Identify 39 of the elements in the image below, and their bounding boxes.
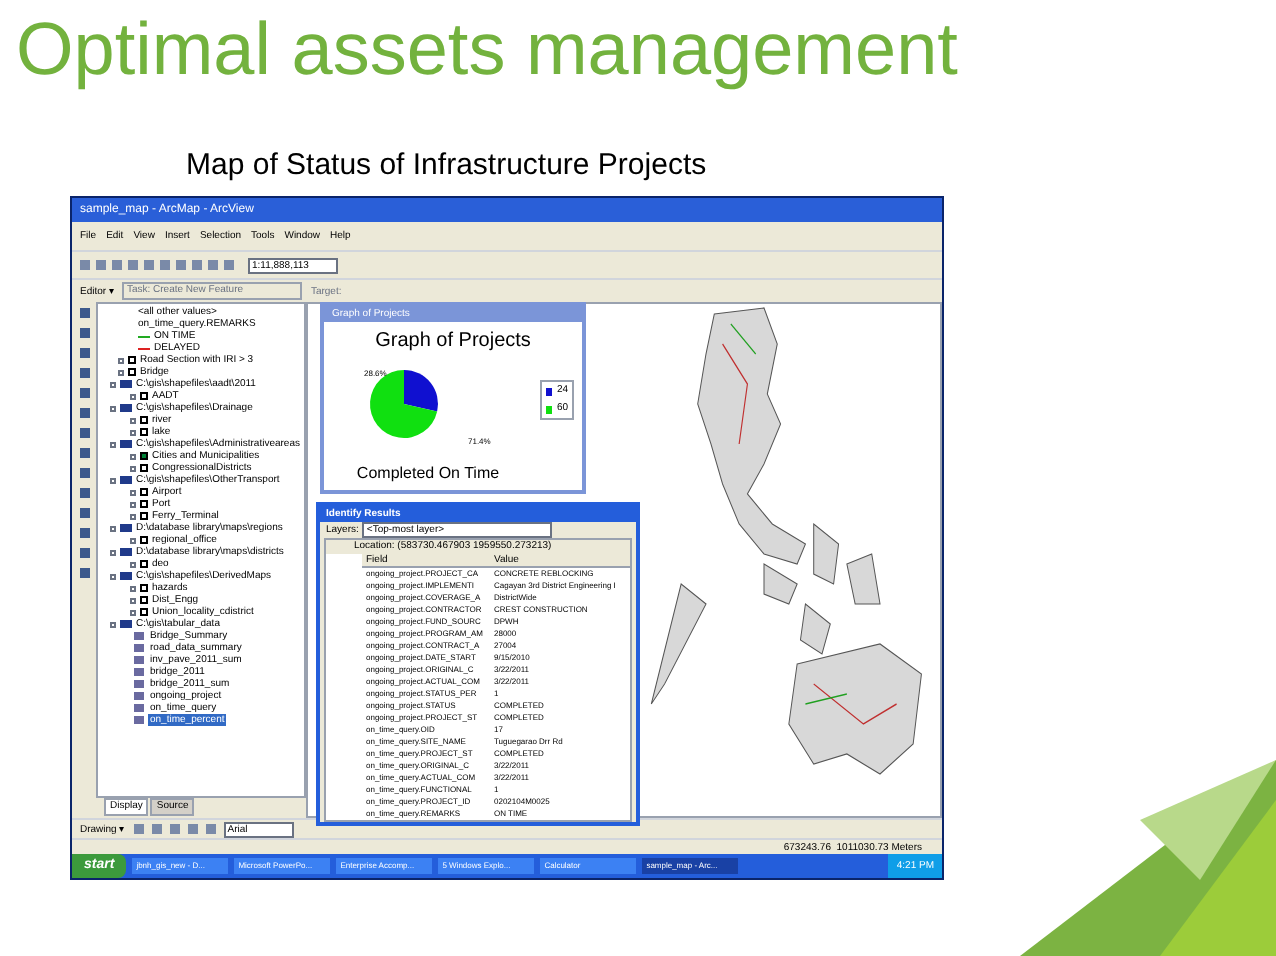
folder-icon (120, 380, 132, 388)
expand-icon[interactable] (110, 405, 116, 411)
layer-checkbox[interactable] (140, 392, 148, 400)
legend-swatch (546, 387, 553, 395)
layer-checkbox[interactable] (128, 368, 136, 376)
expand-icon[interactable] (110, 549, 116, 555)
layer-checkbox[interactable] (140, 428, 148, 436)
expand-icon[interactable] (130, 393, 136, 399)
layer-checkbox[interactable] (140, 500, 148, 508)
folder-icon (120, 440, 132, 448)
layer-checkbox[interactable] (140, 608, 148, 616)
legend-swatch (546, 405, 553, 413)
expand-icon[interactable] (130, 561, 136, 567)
folder-icon (120, 572, 132, 580)
layer-checkbox[interactable] (140, 416, 148, 424)
layer-checkbox[interactable] (140, 488, 148, 496)
expand-icon[interactable] (110, 525, 116, 531)
layer-checkbox[interactable] (140, 512, 148, 520)
layer-checkbox[interactable] (140, 596, 148, 604)
layer-checkbox[interactable] (140, 536, 148, 544)
layer-checkbox[interactable] (128, 356, 136, 364)
layer-checkbox[interactable] (140, 584, 148, 592)
folder-icon (120, 620, 132, 628)
chart-title: Graph of Projects (375, 330, 531, 354)
folder-icon (120, 476, 132, 484)
slide-title: Optimal assets management (16, 8, 960, 92)
expand-icon[interactable] (110, 477, 116, 483)
expand-icon[interactable] (130, 537, 136, 543)
folder-icon (120, 524, 132, 532)
chart-xlabel: Completed On Time (356, 464, 500, 484)
expand-icon[interactable] (110, 441, 116, 447)
folder-icon (120, 404, 132, 412)
expand-icon[interactable] (110, 573, 116, 579)
folder-icon (120, 548, 132, 556)
slide-subtitle: Map of Status of Infrastructure Projects (186, 148, 709, 184)
layer-checkbox[interactable] (140, 452, 148, 460)
expand-icon[interactable] (110, 621, 116, 627)
layer-checkbox[interactable] (140, 560, 148, 568)
layer-checkbox[interactable] (140, 464, 148, 472)
